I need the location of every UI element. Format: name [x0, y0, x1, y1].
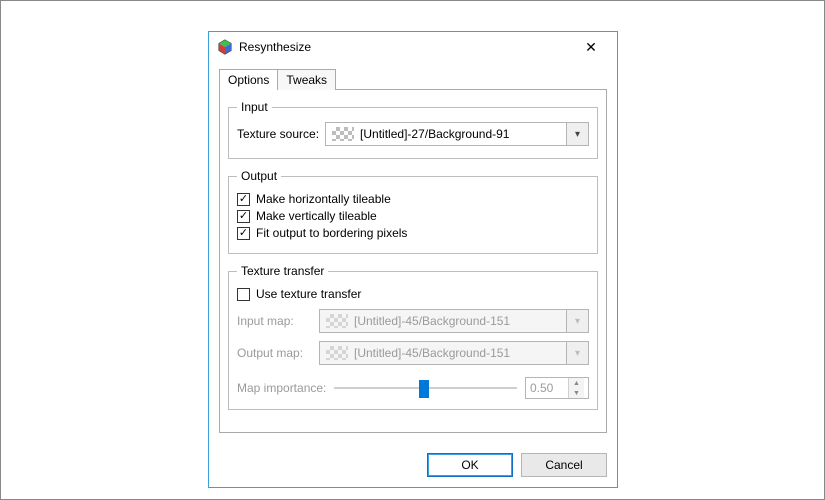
checkbox-fit-output-label: Fit output to bordering pixels — [256, 226, 407, 240]
checkbox-vertical-tileable[interactable]: ✓ — [237, 210, 250, 223]
map-importance-slider — [334, 387, 517, 389]
group-output-legend: Output — [237, 169, 281, 183]
close-icon[interactable]: ✕ — [573, 32, 609, 62]
group-texture-transfer: Texture transfer Use texture transfer In… — [228, 264, 598, 410]
group-input: Input Texture source: [Untitled]-27/Back… — [228, 100, 598, 159]
spin-buttons: ▲ ▼ — [568, 378, 584, 398]
checkbox-horizontal-tileable[interactable]: ✓ — [237, 193, 250, 206]
slider-thumb — [419, 380, 429, 398]
app-icon — [217, 39, 233, 55]
caret-up-icon: ▲ — [569, 378, 584, 388]
input-map-label: Input map: — [237, 314, 313, 328]
checker-icon — [326, 346, 348, 360]
chevron-down-icon: ▾ — [566, 342, 588, 364]
dialog-buttons: OK Cancel — [209, 443, 617, 487]
checkbox-vertical-tileable-label: Make vertically tileable — [256, 209, 377, 223]
texture-source-combo[interactable]: [Untitled]-27/Background-91 ▾ — [325, 122, 589, 146]
checker-icon — [326, 314, 348, 328]
texture-source-label: Texture source: — [237, 127, 319, 141]
output-map-combo: [Untitled]-45/Background-151 ▾ — [319, 341, 589, 365]
chevron-down-icon: ▾ — [566, 310, 588, 332]
map-importance-label: Map importance: — [237, 381, 326, 395]
map-importance-value — [526, 378, 568, 398]
group-texture-transfer-legend: Texture transfer — [237, 264, 328, 278]
map-importance-spin: ▲ ▼ — [525, 377, 589, 399]
titlebar: Resynthesize ✕ — [209, 32, 617, 62]
caret-down-icon: ▼ — [569, 388, 584, 398]
group-output: Output ✓ Make horizontally tileable ✓ Ma… — [228, 169, 598, 254]
input-map-value: [Untitled]-45/Background-151 — [354, 314, 566, 328]
dialog-title: Resynthesize — [239, 40, 573, 54]
output-map-value: [Untitled]-45/Background-151 — [354, 346, 566, 360]
texture-source-value: [Untitled]-27/Background-91 — [360, 127, 566, 141]
client-area: Options Tweaks Input Texture source: [Un… — [209, 62, 617, 443]
chevron-down-icon[interactable]: ▾ — [566, 123, 588, 145]
checkbox-horizontal-tileable-label: Make horizontally tileable — [256, 192, 391, 206]
resynthesize-dialog: Resynthesize ✕ Options Tweaks Input Text… — [208, 31, 618, 488]
tab-tweaks[interactable]: Tweaks — [278, 69, 336, 90]
tab-options[interactable]: Options — [219, 69, 278, 90]
checkbox-use-texture-transfer[interactable] — [237, 288, 250, 301]
checkbox-use-texture-transfer-label: Use texture transfer — [256, 287, 361, 301]
checkbox-fit-output[interactable]: ✓ — [237, 227, 250, 240]
checker-icon — [332, 127, 354, 141]
cancel-button[interactable]: Cancel — [521, 453, 607, 477]
tab-page-options: Input Texture source: [Untitled]-27/Back… — [219, 89, 607, 433]
input-map-combo: [Untitled]-45/Background-151 ▾ — [319, 309, 589, 333]
ok-button[interactable]: OK — [427, 453, 513, 477]
output-map-label: Output map: — [237, 346, 313, 360]
tab-strip: Options Tweaks — [219, 68, 607, 89]
group-input-legend: Input — [237, 100, 272, 114]
